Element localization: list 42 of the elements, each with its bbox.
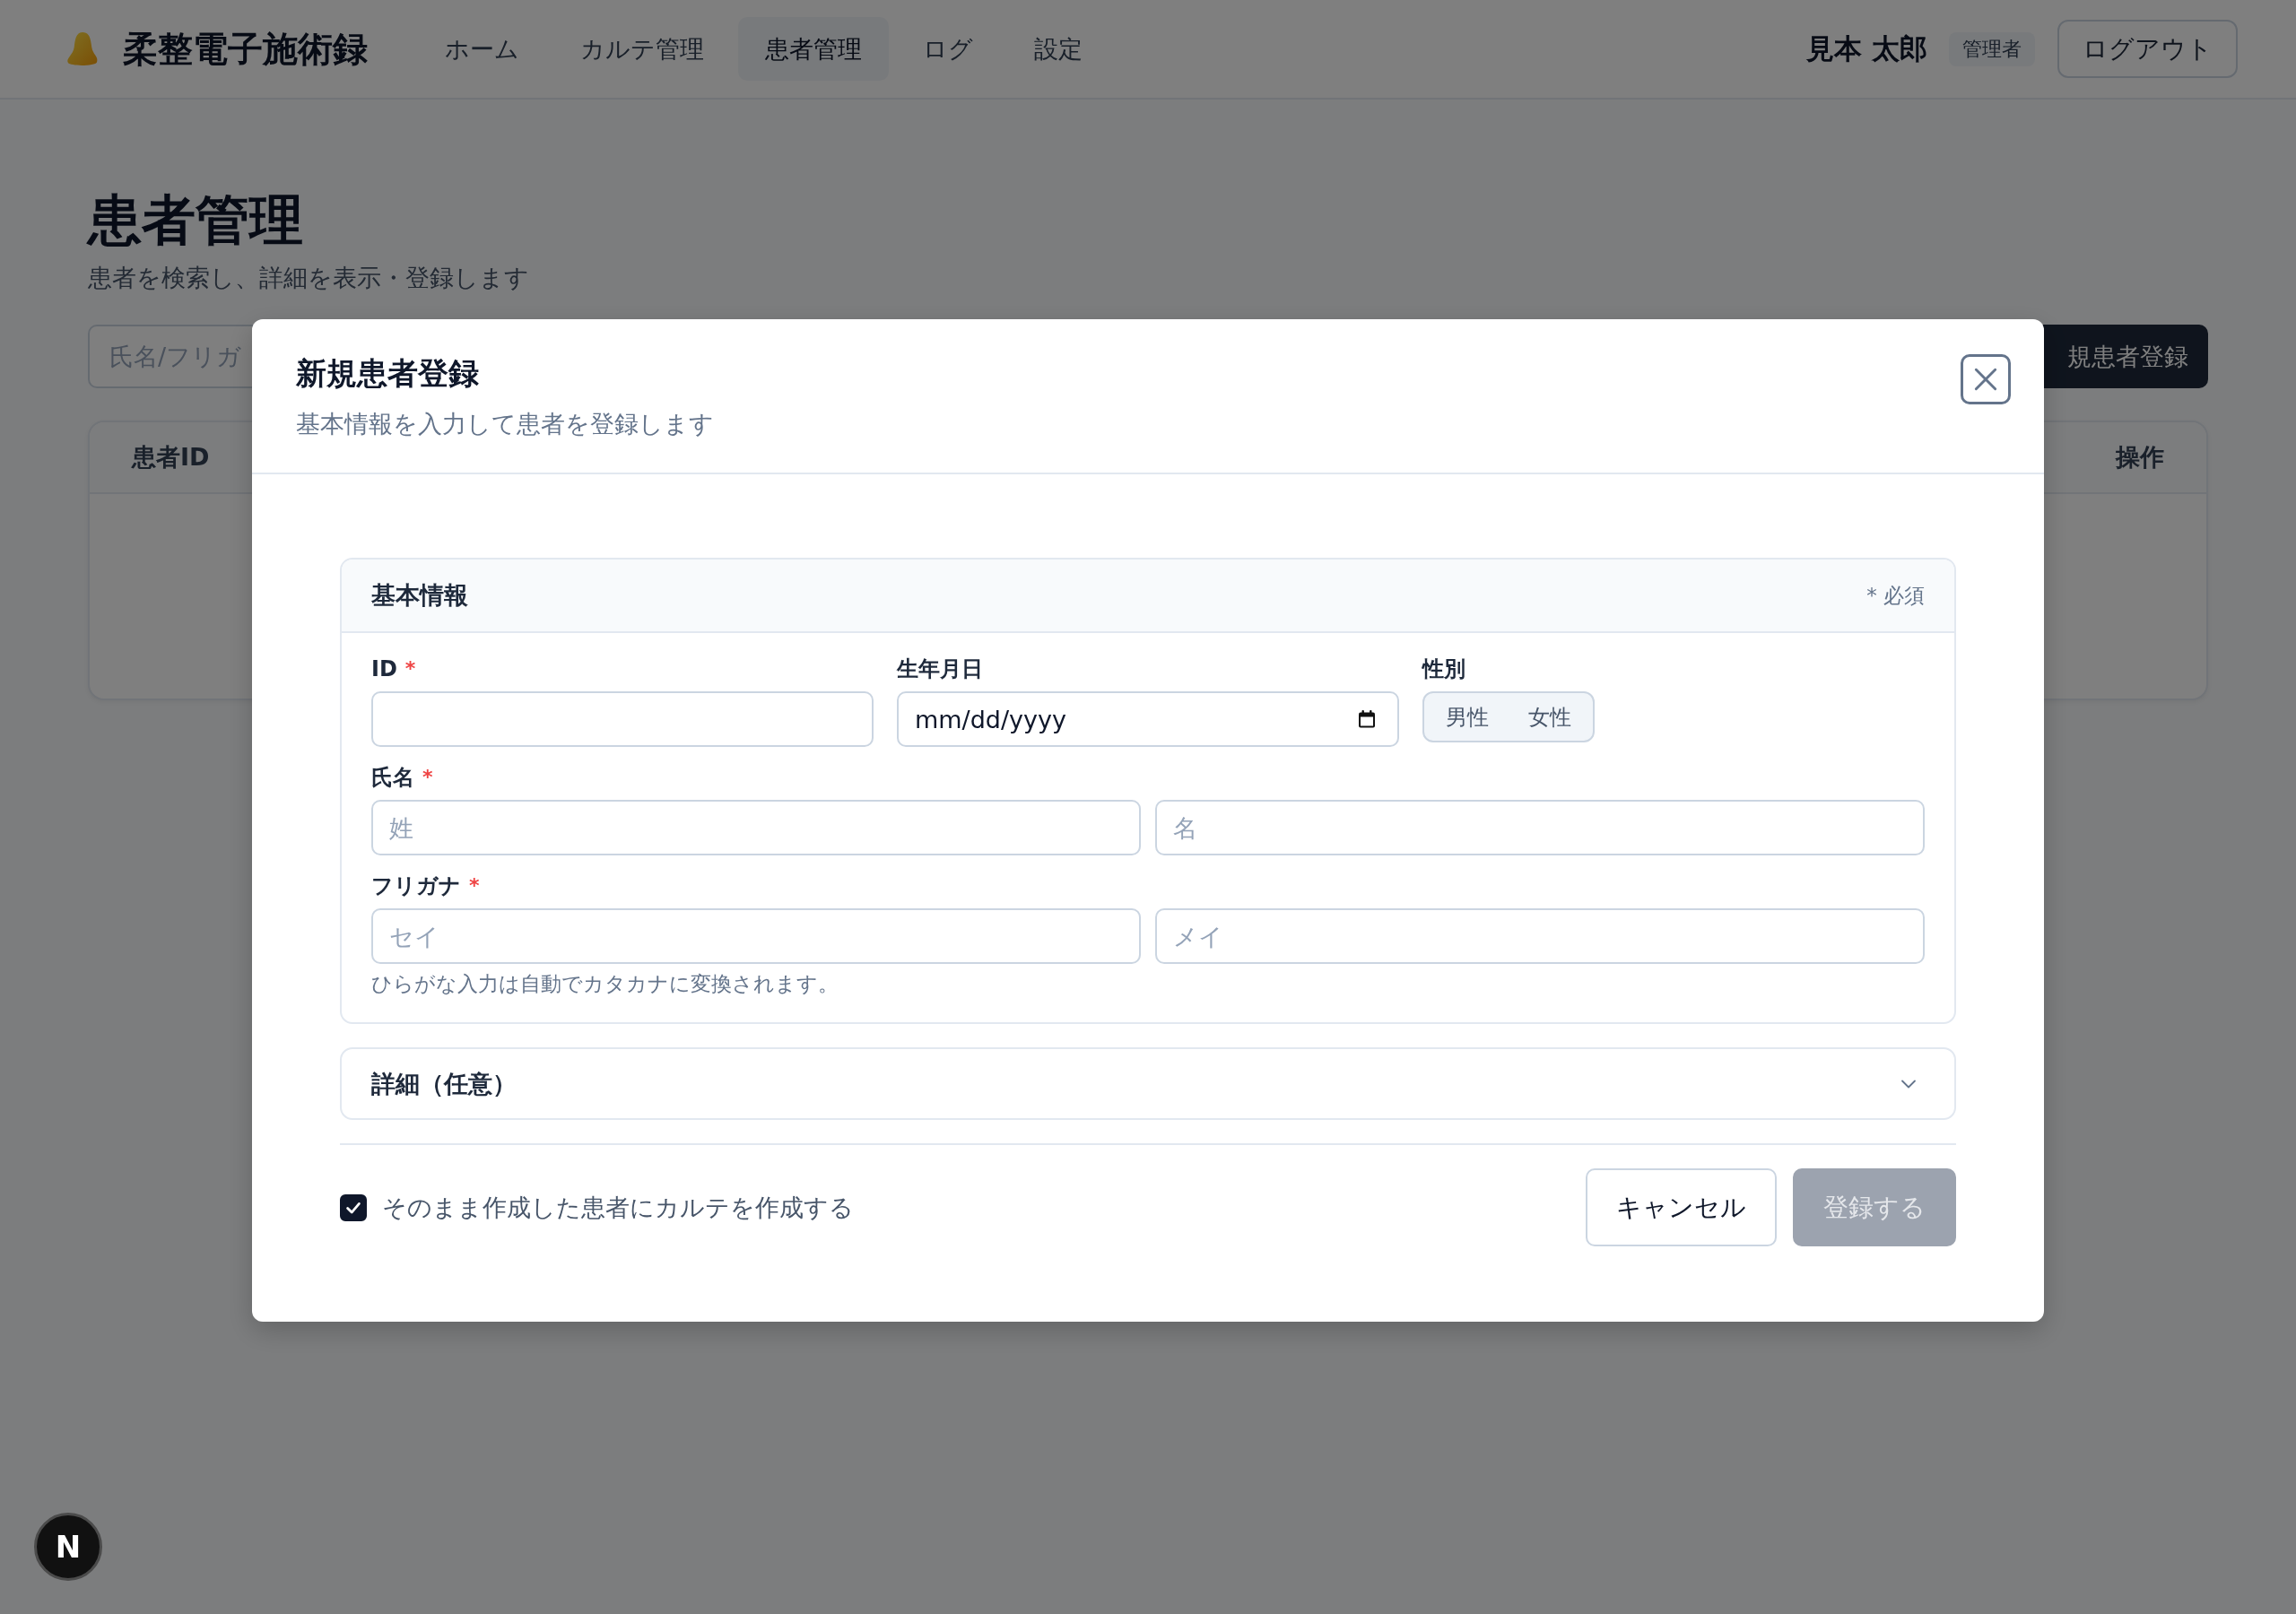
required-legend: * 必須 <box>1866 581 1925 610</box>
field-label: 生年月日 <box>897 655 983 683</box>
field-label: ID <box>371 655 397 683</box>
text-field[interactable]: メイ <box>1155 908 1925 964</box>
field-label: 氏名 <box>371 764 414 792</box>
required-mark: * <box>469 873 480 898</box>
accordion-header[interactable]: 詳細（任意） <box>340 1047 1956 1120</box>
logo-icon <box>65 31 100 66</box>
text-field[interactable]: 名 <box>1155 800 1925 855</box>
gender-option[interactable]: 女性 <box>1510 697 1589 737</box>
dialog-subtitle: 基本情報を入力して患者を登録します <box>296 409 714 439</box>
text-field[interactable]: セイ <box>371 908 1141 964</box>
help-text: ひらがな入力は自動でカタカナに変換されます。 <box>371 971 839 997</box>
field-label: フリガナ <box>371 872 461 900</box>
dialog-title: 新規患者登録 <box>296 354 479 393</box>
required-mark: * <box>404 656 416 681</box>
role-badge: 管理者 <box>1949 31 2035 66</box>
nav-tab[interactable]: ホーム <box>418 17 546 81</box>
nav-tab[interactable]: ログ <box>896 17 1000 81</box>
cancel-button[interactable]: キャンセル <box>1586 1168 1777 1246</box>
calendar-icon <box>1356 708 1378 730</box>
section-title: 基本情報 <box>371 580 468 611</box>
text-field[interactable]: 姓 <box>371 800 1141 855</box>
user-name: 見本 太郎 <box>1806 30 1927 66</box>
checkbox[interactable] <box>340 1193 367 1221</box>
floating-button[interactable]: N <box>34 1513 102 1581</box>
page-title: 患者管理 <box>88 187 303 252</box>
column-header: 患者ID <box>132 442 210 473</box>
text-field[interactable] <box>371 691 874 747</box>
gender-option[interactable]: 男性 <box>1428 697 1507 737</box>
close-button[interactable] <box>1961 354 2011 404</box>
page-subtitle: 患者を検索し、詳細を表示・登録します <box>88 263 529 293</box>
nav-tab[interactable]: カルテ管理 <box>553 17 731 81</box>
logout-button[interactable]: ログアウト <box>2057 20 2238 78</box>
nav-tab[interactable]: 設定 <box>1007 17 1109 81</box>
checkbox-label: そのまま作成した患者にカルテを作成する <box>382 1192 854 1223</box>
required-mark: * <box>422 765 433 790</box>
column-header: 操作 <box>2116 442 2164 473</box>
app-title: 柔整電子施術録 <box>123 27 368 71</box>
date-field[interactable]: mm/dd/yyyy <box>897 691 1399 747</box>
field-label: 性別 <box>1422 655 1465 683</box>
nav-tab[interactable]: 患者管理 <box>738 17 889 81</box>
